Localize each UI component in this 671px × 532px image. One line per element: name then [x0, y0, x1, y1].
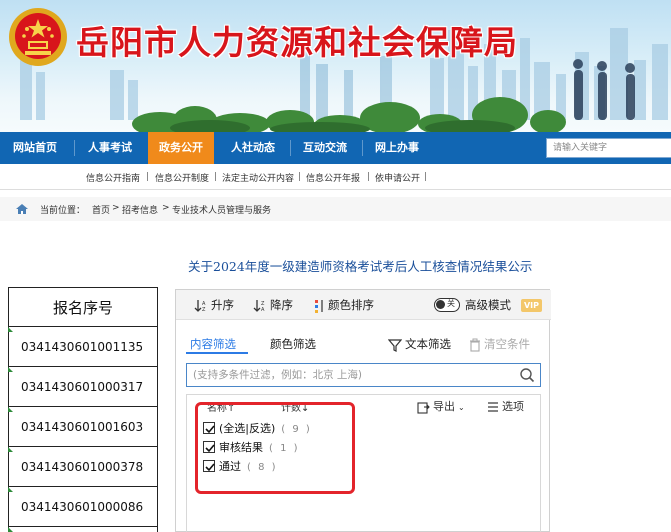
text-filter-button[interactable]: 文本筛选 [388, 336, 451, 352]
filter-toolbar: A Z 升序 Z A 降序 颜色排序 关 高级模式 VIP [176, 290, 551, 320]
subnav-item-guide[interactable]: 信息公开指南 [86, 171, 140, 184]
table-row: 0341430601000086 [8, 487, 158, 527]
trash-icon [470, 338, 480, 352]
site-banner: 岳阳市人力资源和社会保障局 [0, 0, 671, 132]
subnav-divider: | [298, 172, 302, 182]
toggle-state-label: 关 [447, 299, 455, 308]
sort-color-label: 颜色排序 [328, 298, 374, 312]
svg-text:Z: Z [202, 307, 206, 313]
cell-marker [8, 447, 13, 452]
menu-icon [488, 402, 498, 412]
cell-marker [8, 487, 13, 492]
text-filter-label: 文本筛选 [405, 337, 451, 351]
tab-color-filter[interactable]: 颜色筛选 [270, 336, 316, 352]
breadcrumb-label: 当前位置： [40, 206, 86, 216]
subnav-divider: | [367, 172, 371, 182]
breadcrumb-separator: > [162, 203, 170, 213]
nav-separator [74, 140, 75, 156]
vip-badge: VIP [521, 299, 542, 312]
clear-conditions-label: 清空条件 [484, 337, 530, 351]
sort-color-button[interactable]: 颜色排序 [313, 297, 374, 313]
subnav-divider: | [214, 172, 218, 182]
nav-item-gov-affairs[interactable]: 政务公开 [148, 132, 214, 164]
site-search-input[interactable]: 请输入关键字 [546, 138, 671, 158]
site-title: 岳阳市人力资源和社会保障局 [76, 23, 518, 62]
filter-search-placeholder: (支持多条件过滤，例如：北京 上海) [193, 369, 363, 381]
clear-conditions-button[interactable]: 清空条件 [469, 336, 530, 352]
table-row: 0341430601000378 [8, 447, 158, 487]
breadcrumb-current[interactable]: 专业技术人员管理与服务 [172, 203, 271, 216]
options-button[interactable]: 选项 [487, 398, 524, 414]
breadcrumb-home[interactable]: 首页 [92, 203, 110, 216]
national-emblem-icon [9, 8, 67, 66]
cell-marker [8, 407, 13, 412]
subnav-item-annual-report[interactable]: 信息公开年报 [306, 171, 360, 184]
sort-desc-icon: Z A [253, 299, 265, 313]
breadcrumb: 当前位置： 首页 > 招考信息 > 专业技术人员管理与服务 [0, 197, 671, 221]
table-row: 0341430601001603 [8, 407, 158, 447]
nav-separator [362, 140, 363, 156]
home-icon [16, 204, 28, 214]
cell-marker [8, 367, 13, 372]
subnav-item-legal-content[interactable]: 法定主动公开内容 [222, 171, 294, 184]
filter-funnel-icon [388, 338, 402, 352]
subnav-item-system[interactable]: 信息公开制度 [155, 171, 209, 184]
cell-marker [8, 327, 13, 332]
table-row: 0341430601000317 [8, 367, 158, 407]
table-row [8, 527, 158, 532]
nav-item-home[interactable]: 网站首页 [0, 132, 70, 164]
toggle-knob [436, 300, 445, 309]
advanced-mode-label: 高级模式 [465, 298, 511, 312]
nav-item-news[interactable]: 人社动态 [220, 132, 286, 164]
cell-marker [8, 527, 13, 532]
breadcrumb-recruit[interactable]: 招考信息 [122, 203, 158, 216]
sort-desc-button[interactable]: Z A 降序 [253, 297, 293, 313]
subnav-divider: | [424, 172, 428, 182]
sort-asc-button[interactable]: A Z 升序 [194, 297, 234, 313]
active-tab-indicator [186, 352, 248, 354]
nav-item-interaction[interactable]: 互动交流 [292, 132, 358, 164]
nav-separator [290, 140, 291, 156]
export-button[interactable]: 导出 ⌄ [417, 398, 465, 414]
export-label: 导出 [433, 400, 455, 413]
color-sort-icon [315, 299, 323, 313]
nav-item-online-service[interactable]: 网上办事 [364, 132, 430, 164]
options-label: 选项 [502, 400, 524, 413]
table-header-reg-no: 报名序号 [8, 287, 158, 327]
subnav-divider: | [146, 172, 150, 182]
table-row: 0341430601001135 [8, 327, 158, 367]
highlight-annotation-box [195, 402, 355, 494]
svg-text:A: A [261, 307, 265, 313]
sort-asc-icon: A Z [194, 299, 206, 313]
filter-search-input[interactable]: (支持多条件过滤，例如：北京 上海) [186, 363, 541, 387]
advanced-mode-toggle[interactable]: 关 [434, 298, 460, 312]
sort-desc-label: 降序 [270, 298, 293, 312]
tab-content-filter[interactable]: 内容筛选 [190, 336, 236, 352]
chevron-down-icon: ⌄ [458, 403, 465, 412]
subnav-item-application[interactable]: 依申请公开 [375, 171, 420, 184]
page-root: 岳阳市人力资源和社会保障局 网站首页 人事考试 政务公开 人社动态 互动交流 网… [0, 0, 671, 532]
export-icon [417, 401, 430, 414]
breadcrumb-separator: > [112, 203, 120, 213]
article-title: 关于2024年度一级建造师资格考试考后人工核查情况结果公示 [188, 259, 533, 274]
sort-asc-label: 升序 [211, 298, 234, 312]
search-icon[interactable] [519, 367, 535, 383]
nav-item-exam[interactable]: 人事考试 [78, 132, 142, 164]
sub-nav: 信息公开指南 | 信息公开制度 | 法定主动公开内容 | 信息公开年报 | 依申… [0, 164, 671, 190]
